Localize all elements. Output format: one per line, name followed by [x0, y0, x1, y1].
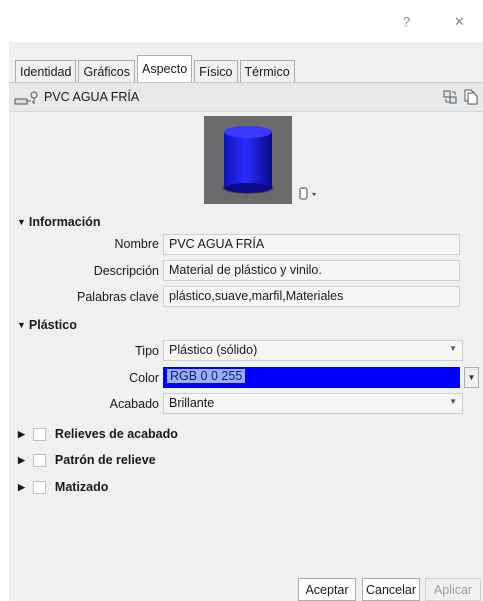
- material-bar: PVC AGUA FRÍA: [9, 82, 483, 112]
- collapse-triangle-icon: ▶: [18, 454, 25, 465]
- collapse-triangle-icon: ▶: [18, 428, 25, 439]
- tipo-select[interactable]: Plástico (sólido) ▼: [163, 340, 463, 361]
- palabras-clave-field[interactable]: plástico,suave,marfil,Materiales: [163, 286, 460, 307]
- preview-shape-dropdown-icon[interactable]: [298, 187, 322, 201]
- info-section-header[interactable]: ▼ Información: [17, 215, 100, 229]
- color-swatch[interactable]: RGB 0 0 255: [163, 367, 460, 388]
- collapse-triangle-icon: ▶: [18, 481, 25, 492]
- relieves-de-acabado-section[interactable]: ▶ Relieves de acabado: [18, 427, 178, 441]
- cancel-button[interactable]: Cancelar: [362, 578, 420, 601]
- tab-identidad[interactable]: Identidad: [15, 60, 77, 82]
- accept-button[interactable]: Aceptar: [298, 578, 356, 601]
- apply-button[interactable]: Aplicar: [425, 578, 481, 601]
- matizado-checkbox[interactable]: [32, 480, 46, 494]
- relieves-checkbox[interactable]: [32, 427, 46, 441]
- help-button[interactable]: ?: [403, 14, 410, 29]
- palabras-clave-label: Palabras clave: [77, 290, 159, 304]
- color-value: RGB 0 0 255: [167, 369, 246, 383]
- matizado-section[interactable]: ▶ Matizado: [18, 480, 108, 494]
- cylinder-preview-image: [222, 126, 274, 194]
- chevron-down-icon: ▼: [449, 397, 457, 406]
- chevron-down-icon: ▼: [467, 373, 476, 382]
- expand-triangle-icon: ▼: [17, 217, 26, 227]
- patron-de-relieve-section[interactable]: ▶ Patrón de relieve: [18, 453, 156, 467]
- acabado-select[interactable]: Brillante ▼: [163, 393, 463, 414]
- descripcion-field[interactable]: Material de plástico y vinilo.: [163, 260, 460, 281]
- tab-strip: Identidad Gráficos Aspecto Físico Térmic…: [15, 54, 297, 82]
- material-asset-icon: [14, 91, 38, 105]
- expand-triangle-icon: ▼: [17, 320, 26, 330]
- replace-asset-icon[interactable]: [443, 90, 457, 104]
- material-preview: [204, 116, 292, 204]
- tipo-label: Tipo: [135, 344, 159, 358]
- acabado-label: Acabado: [109, 397, 159, 411]
- color-label: Color: [129, 371, 159, 385]
- nombre-field[interactable]: PVC AGUA FRÍA: [163, 234, 460, 255]
- nombre-label: Nombre: [114, 237, 159, 251]
- descripcion-label: Descripción: [93, 264, 159, 278]
- color-dropdown-button[interactable]: ▼: [464, 367, 479, 388]
- close-button[interactable]: ✕: [454, 14, 465, 30]
- acabado-value: Brillante: [169, 396, 215, 410]
- tipo-value: Plástico (sólido): [169, 343, 258, 357]
- tab-termico[interactable]: Térmico: [239, 60, 295, 82]
- tab-graficos[interactable]: Gráficos: [78, 60, 135, 82]
- patron-checkbox[interactable]: [32, 453, 46, 467]
- chevron-down-icon: ▼: [449, 344, 457, 353]
- plastico-section-header[interactable]: ▼ Plástico: [17, 318, 77, 332]
- duplicate-asset-icon[interactable]: [464, 89, 478, 105]
- tab-aspecto[interactable]: Aspecto: [136, 55, 193, 82]
- material-name: PVC AGUA FRÍA: [44, 90, 140, 104]
- tab-fisico[interactable]: Físico: [194, 60, 238, 82]
